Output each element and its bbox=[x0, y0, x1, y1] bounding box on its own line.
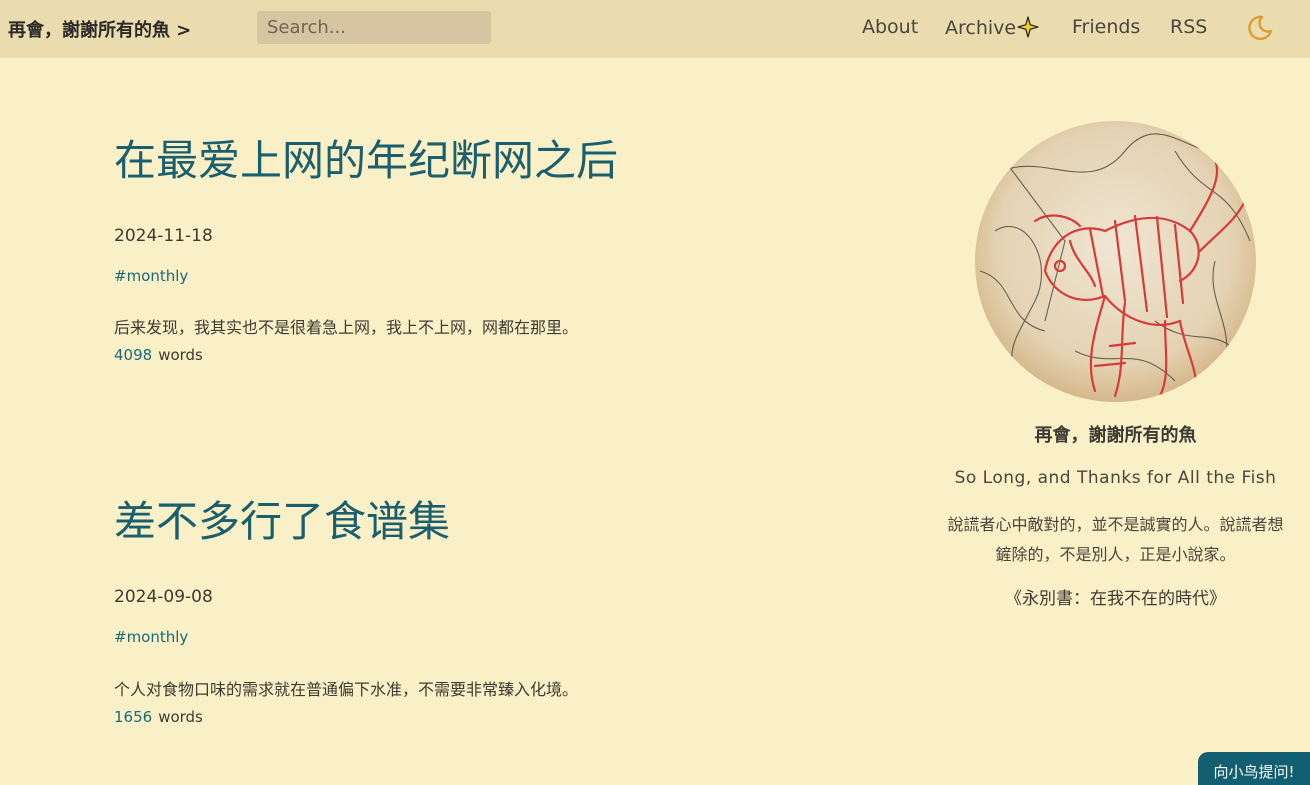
top-navigation-bar: 再會，謝謝所有的魚 > About Archive Friends RSS bbox=[0, 0, 1310, 58]
site-brand-link[interactable]: 再會，謝謝所有的魚 > bbox=[8, 16, 191, 42]
word-count-label: words bbox=[158, 708, 203, 726]
post-date: 2024-11-18 bbox=[114, 226, 213, 246]
nav-archive-label: Archive bbox=[945, 17, 1017, 39]
post-word-count: 1656 words bbox=[114, 708, 203, 726]
sidebar-subtitle: So Long, and Thanks for All the Fish bbox=[954, 468, 1277, 488]
sidebar-quote-source: 《永別書：在我不在的時代》 bbox=[1005, 589, 1226, 609]
nav-rss-link[interactable]: RSS bbox=[1170, 16, 1207, 38]
post-tag-link[interactable]: #monthly bbox=[114, 628, 188, 646]
nav-archive-link[interactable]: Archive bbox=[945, 16, 1039, 39]
word-count-number: 4098 bbox=[114, 346, 153, 364]
search-input[interactable] bbox=[257, 11, 491, 44]
post-excerpt: 个人对食物口味的需求就在普通偏下水准，不需要非常臻入化境。 bbox=[114, 680, 579, 699]
post-date: 2024-09-08 bbox=[114, 587, 213, 607]
avatar bbox=[975, 121, 1256, 402]
post-word-count: 4098 words bbox=[114, 346, 203, 364]
sparkle-icon bbox=[1017, 16, 1039, 38]
nav-friends-link[interactable]: Friends bbox=[1072, 16, 1140, 38]
moon-icon[interactable] bbox=[1245, 14, 1273, 42]
word-count-number: 1656 bbox=[114, 708, 153, 726]
word-count-label: words bbox=[158, 346, 203, 364]
sidebar-site-title: 再會，謝謝所有的魚 bbox=[1034, 425, 1197, 446]
sidebar-quote: 說謊者心中敵對的，並不是誠實的人。說謊者想鏟除的，不是別人，正是小說家。 bbox=[947, 515, 1284, 564]
post-excerpt: 后来发现，我其实也不是很着急上网，我上不上网，网都在那里。 bbox=[114, 318, 579, 337]
avatar-sketch-image bbox=[975, 121, 1256, 402]
ask-bird-button[interactable]: 向小鸟提问! bbox=[1198, 752, 1310, 785]
post-title-link[interactable]: 在最爱上网的年纪断网之后 bbox=[114, 137, 618, 184]
post-tag-link[interactable]: #monthly bbox=[114, 267, 188, 285]
nav-about-link[interactable]: About bbox=[862, 16, 918, 38]
post-title-link[interactable]: 差不多行了食谱集 bbox=[114, 498, 450, 545]
